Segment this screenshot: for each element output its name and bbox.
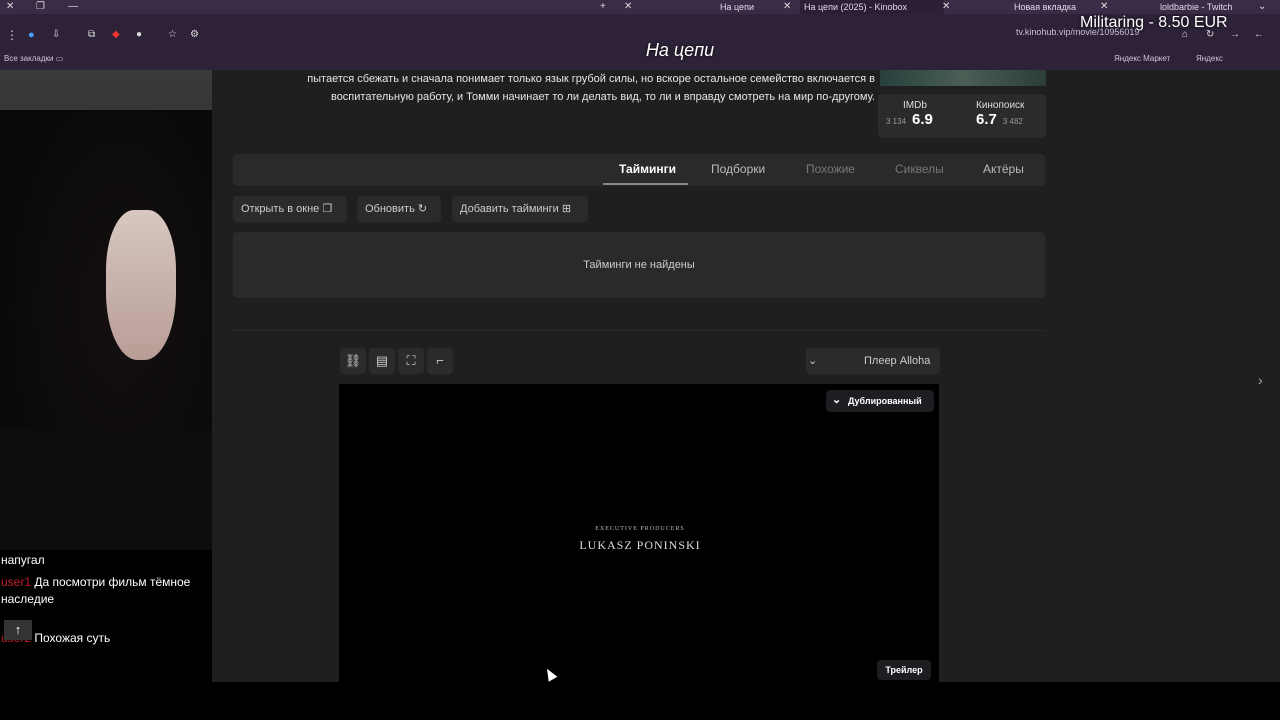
chat-text: Похожая суть xyxy=(34,631,111,645)
rating-source: IMDb xyxy=(902,100,927,111)
rating-source: Кинопоиск xyxy=(976,100,1025,111)
bookmark-all-label: Все закладки xyxy=(4,54,54,63)
link-icon: ⛓ xyxy=(344,353,362,368)
rating-value: 6.7 xyxy=(976,111,997,128)
expand-button[interactable]: ⌐ xyxy=(427,348,453,374)
tab-kinobox[interactable]: На цепи (2025) - Kinobox xyxy=(800,0,944,14)
dub-select[interactable]: Дублированный ⌄ xyxy=(826,390,934,412)
downloads-icon[interactable]: ⇩ xyxy=(52,28,60,42)
expand-icon: ⌐ xyxy=(436,353,444,368)
chat-text: напугал xyxy=(1,553,45,567)
close-tab-icon[interactable]: ✕ xyxy=(1100,0,1108,14)
tab-similar[interactable]: Похожие xyxy=(806,162,855,176)
add-box-icon: ⊞ xyxy=(561,203,572,215)
chevron-right-icon[interactable]: › xyxy=(1258,372,1263,388)
tab-actors[interactable]: Актёры xyxy=(983,162,1024,176)
ratings-box: Кинопоиск 6.7 3 482 IMDb 3 134 6.9 xyxy=(878,94,1046,138)
bookmark-yandex[interactable]: Яндекс xyxy=(1196,54,1223,63)
scroll-up-arrow-icon[interactable]: ↑ xyxy=(4,620,32,640)
divider xyxy=(233,330,1045,331)
dub-select-value: Дублированный xyxy=(848,396,922,406)
tab-na-tsepi[interactable]: На цепи xyxy=(720,0,780,14)
movie-description: пытается сбежать и сначала понимает толь… xyxy=(307,73,875,103)
close-tab-icon[interactable]: ✕ xyxy=(624,0,632,14)
open-window-label: Открыть в окне xyxy=(241,203,320,215)
maximize-window-icon[interactable]: ❐ xyxy=(36,0,45,14)
trailer-badge: Трейлер xyxy=(877,660,931,680)
bookmark-star-icon[interactable]: ☆ xyxy=(168,28,177,42)
video-credit-caption: EXECUTIVE PRODUCERS xyxy=(595,526,685,532)
open-window-button[interactable]: Открыть в окне ❐ xyxy=(233,196,347,222)
minimize-window-icon[interactable]: — xyxy=(68,0,78,14)
stream-title-overlay: На цепи xyxy=(645,40,715,60)
add-timing-button[interactable]: Добавить тайминги ⊞ xyxy=(452,196,588,222)
streamer-shirt xyxy=(0,430,212,550)
comment-icon: ▤ xyxy=(375,353,389,368)
chat-message: user1 Да посмотри фильм тёмное наследие xyxy=(1,574,201,608)
chevron-down-icon: ⌄ xyxy=(808,355,818,367)
movie-section-tabs: Актёры Сиквелы Похожие Подборки Тайминги xyxy=(233,154,1045,186)
close-tab-icon[interactable]: ✕ xyxy=(942,0,950,14)
tab-list-chevron-icon[interactable]: ⌄ xyxy=(1258,0,1266,14)
refresh-icon: ↻ xyxy=(417,203,428,215)
tab-timings[interactable]: Тайминги xyxy=(619,162,676,176)
donation-alert: Militaring - 8.50 EUR xyxy=(1080,14,1228,31)
tab-twitch[interactable]: loldbarbie - Twitch xyxy=(1160,0,1232,14)
refresh-label: Обновить xyxy=(365,203,415,215)
new-tab-icon[interactable]: + xyxy=(600,0,606,14)
copy-link-button[interactable]: ⛓ xyxy=(340,348,366,374)
video-credit-name: LUKASZ PONINSKI xyxy=(579,538,701,552)
tab-new[interactable]: Новая вкладка xyxy=(1014,0,1076,14)
movie-poster xyxy=(880,70,1046,86)
back-icon[interactable]: ← xyxy=(1254,28,1264,42)
browser-tab-bar: ✕ ❐ — + ✕ На цепи ✕ На цепи (2025) - Kin… xyxy=(0,0,1280,14)
webcam-feed xyxy=(0,70,212,550)
refresh-button[interactable]: Обновить ↻ xyxy=(357,196,441,222)
close-window-icon[interactable]: ✕ xyxy=(6,0,14,14)
bookmark-all[interactable]: Все закладки ▭ xyxy=(4,54,63,63)
close-tab-icon[interactable]: ✕ xyxy=(783,0,791,14)
adblock-icon[interactable]: ◆ xyxy=(112,28,120,42)
rating-imdb: IMDb 3 134 6.9 xyxy=(886,100,933,128)
chat-username: user1 xyxy=(1,575,32,589)
comments-button[interactable]: ▤ xyxy=(369,348,395,374)
bookmark-yandex-market[interactable]: Яндекс Маркет xyxy=(1114,54,1170,63)
folder-icon: ▭ xyxy=(55,54,64,63)
forward-icon[interactable]: → xyxy=(1230,28,1240,42)
site-settings-icon[interactable]: ⚙ xyxy=(190,28,199,42)
chat-overlay: напугал user1 Да посмотри фильм тёмное н… xyxy=(0,550,212,682)
active-tab-underline xyxy=(603,183,688,185)
record-icon[interactable]: ● xyxy=(136,28,142,42)
tab-collections[interactable]: Подборки xyxy=(711,162,765,176)
timings-empty-state: Тайминги не найдены xyxy=(233,232,1045,298)
chevron-down-icon: ⌄ xyxy=(832,394,842,406)
add-timing-label: Добавить тайминги xyxy=(460,203,559,215)
menu-dots-icon[interactable]: ⋮ xyxy=(6,28,18,42)
window-icon: ❐ xyxy=(322,203,333,215)
rating-count: 3 134 xyxy=(886,117,907,126)
extensions-icon[interactable]: ⧉ xyxy=(88,28,95,42)
fullscreen-icon: ⛶ xyxy=(406,353,416,368)
rating-kinopoisk: Кинопоиск 6.7 3 482 xyxy=(976,100,1024,128)
tab-sequels[interactable]: Сиквелы xyxy=(895,162,944,176)
rating-value: 6.9 xyxy=(912,111,933,128)
player-select-value: Плеер Alloha xyxy=(864,355,931,367)
chat-message: напугал xyxy=(1,552,45,569)
video-player[interactable] xyxy=(339,384,939,682)
profile-avatar-icon[interactable]: ● xyxy=(28,28,35,42)
fullscreen-button[interactable]: ⛶ xyxy=(398,348,424,374)
rating-count: 3 482 xyxy=(1002,117,1023,126)
bottom-black-bar xyxy=(0,682,1280,720)
player-select[interactable]: Плеер Alloha ⌄ xyxy=(806,348,940,374)
streamer-face xyxy=(106,210,176,360)
